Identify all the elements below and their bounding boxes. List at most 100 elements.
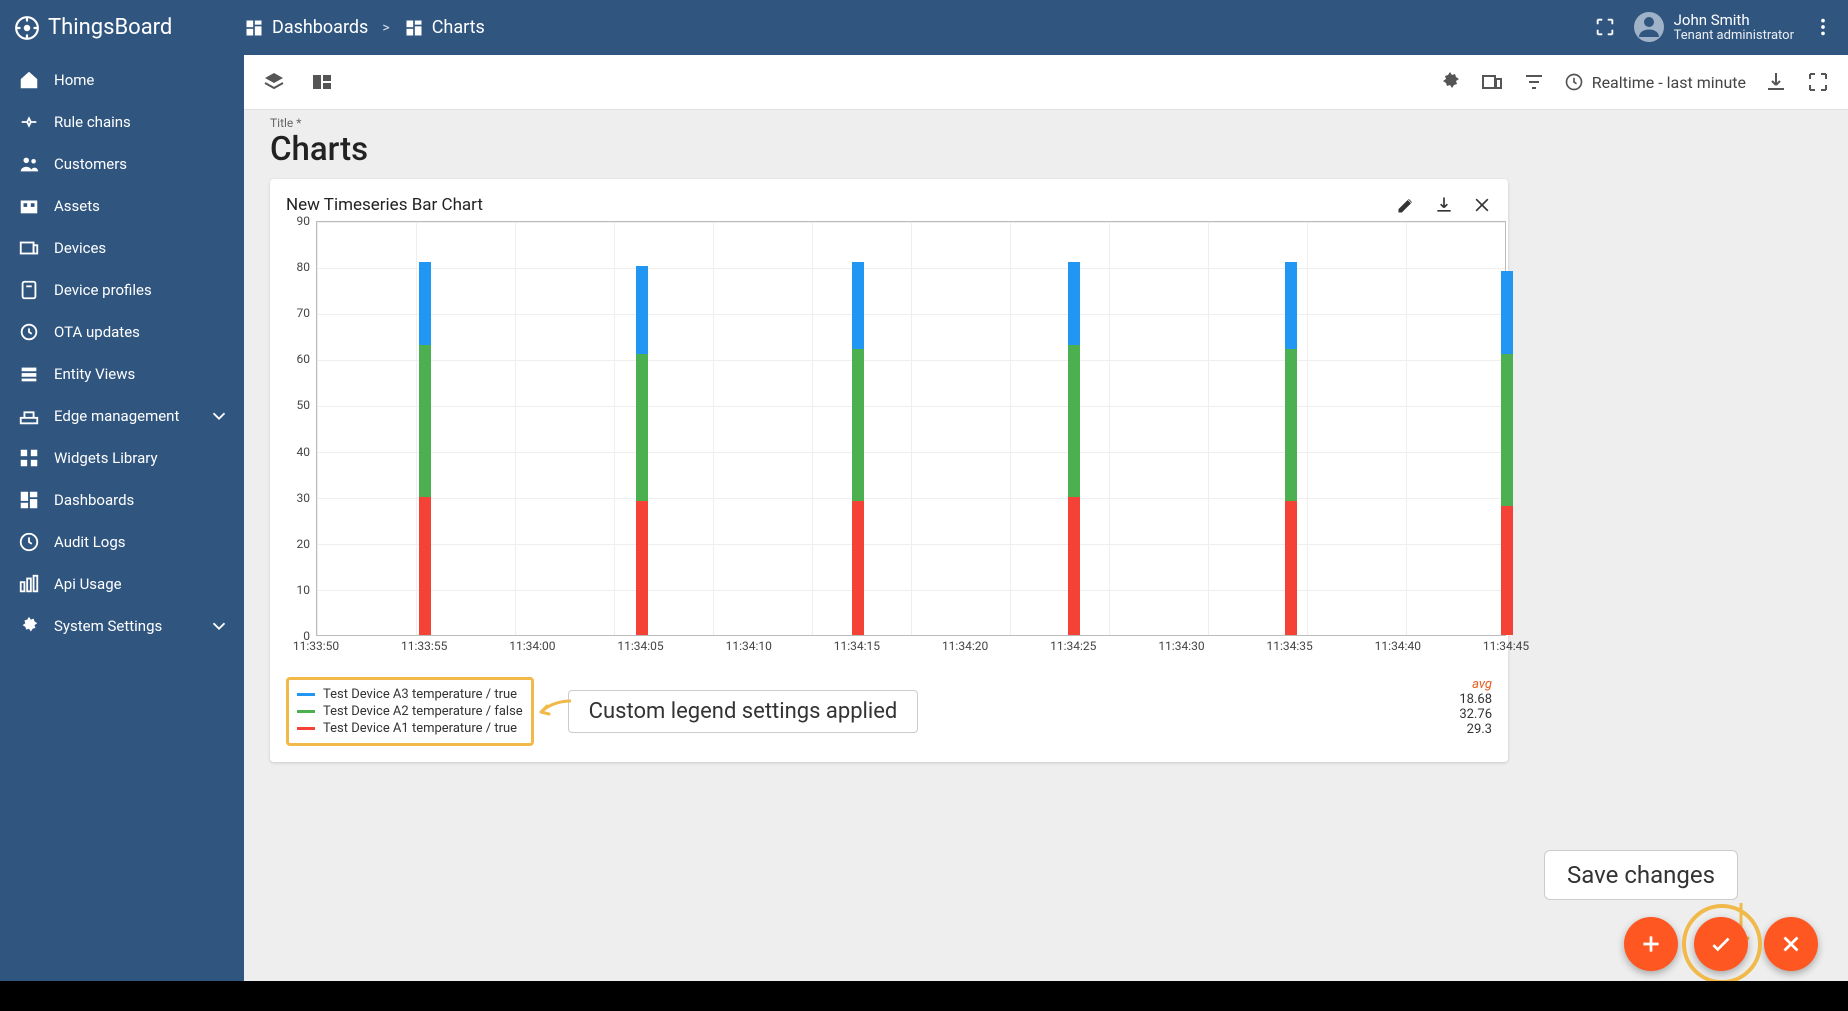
entity-aliases-button[interactable] [1480, 70, 1504, 94]
fullscreen-dashboard-button[interactable] [1806, 70, 1830, 94]
user-menu[interactable]: John Smith Tenant administrator [1634, 12, 1794, 43]
bar-column [419, 262, 431, 635]
nav-home[interactable]: Home [0, 59, 244, 101]
fullscreen-icon [1594, 16, 1616, 38]
y-tick: 70 [297, 306, 311, 320]
arrow-left-icon [533, 697, 573, 727]
legend-swatch [297, 693, 315, 696]
x-tick: 11:34:05 [617, 639, 663, 653]
bar-column [1285, 262, 1297, 635]
breadcrumb-root[interactable]: Dashboards [244, 17, 368, 38]
nav-devices[interactable]: Devices [0, 227, 244, 269]
x-tick: 11:34:15 [834, 639, 880, 653]
widget-title: New Timeseries Bar Chart [286, 195, 483, 215]
audit-icon [18, 531, 40, 553]
export-button[interactable] [1764, 70, 1788, 94]
nav-api-usage[interactable]: Api Usage [0, 563, 244, 605]
bar-segment [852, 262, 864, 350]
entity-views-icon [18, 363, 40, 385]
plus-icon [1638, 931, 1664, 957]
layers-button[interactable] [262, 70, 286, 94]
sidebar: Home Rule chains Customers Assets Device… [0, 55, 244, 1011]
breadcrumb: Dashboards > Charts [244, 17, 485, 38]
api-usage-icon [18, 573, 40, 595]
nav-entity-views[interactable]: Entity Views [0, 353, 244, 395]
settings-button[interactable] [1438, 70, 1462, 94]
clock-icon [1564, 72, 1584, 92]
app-logo[interactable]: ThingsBoard [14, 15, 244, 41]
save-fab[interactable] [1694, 917, 1748, 971]
check-icon [1708, 931, 1734, 957]
layout-button[interactable] [310, 70, 334, 94]
filters-button[interactable] [1522, 70, 1546, 94]
callout-save: Save changes [1544, 850, 1738, 900]
avg-value: 18.68 [1459, 692, 1492, 707]
x-tick: 11:34:25 [1050, 639, 1096, 653]
timewindow-button[interactable]: Realtime - last minute [1564, 72, 1746, 92]
x-tick: 11:33:55 [401, 639, 447, 653]
bar-segment [1068, 262, 1080, 345]
y-tick: 40 [297, 445, 311, 459]
x-tick: 11:34:35 [1266, 639, 1312, 653]
user-role: Tenant administrator [1674, 29, 1794, 43]
x-tick: 11:34:20 [942, 639, 988, 653]
edit-widget-button[interactable] [1396, 195, 1416, 215]
bar-segment [636, 266, 648, 354]
nav-device-profiles[interactable]: Device profiles [0, 269, 244, 311]
nav-rule-chains[interactable]: Rule chains [0, 101, 244, 143]
nav-system-settings[interactable]: System Settings [0, 605, 244, 647]
bar-column [636, 266, 648, 635]
cancel-fab[interactable] [1764, 917, 1818, 971]
avg-header: avg [1459, 677, 1492, 692]
more-button[interactable] [1812, 16, 1834, 38]
breadcrumb-current[interactable]: Charts [404, 17, 485, 38]
legend-swatch [297, 710, 315, 713]
download-icon [1764, 70, 1788, 94]
bar-segment [1501, 506, 1513, 635]
dashboard-icon [244, 18, 264, 38]
fullscreen-button[interactable] [1594, 16, 1616, 38]
devices-icon [1480, 70, 1504, 94]
bar-segment [419, 345, 431, 497]
bar-segment [852, 349, 864, 501]
avg-value: 32.76 [1459, 707, 1492, 722]
layers-icon [262, 70, 286, 94]
dashboard-toolbar: Realtime - last minute [244, 55, 1848, 110]
nav-audit-logs[interactable]: Audit Logs [0, 521, 244, 563]
x-tick: 11:34:45 [1483, 639, 1529, 653]
nav-widgets-library[interactable]: Widgets Library [0, 437, 244, 479]
close-widget-button[interactable] [1472, 195, 1492, 215]
add-widget-fab[interactable] [1624, 917, 1678, 971]
nav-customers[interactable]: Customers [0, 143, 244, 185]
legend-item[interactable]: Test Device A1 temperature / true [297, 720, 523, 737]
legend-avg-column: avg18.6832.7629.3 [1459, 677, 1492, 746]
nav-ota-updates[interactable]: OTA updates [0, 311, 244, 353]
download-widget-button[interactable] [1434, 195, 1454, 215]
page-title: Charts [270, 130, 1822, 169]
legend-item[interactable]: Test Device A2 temperature / false [297, 703, 523, 720]
y-tick: 80 [297, 260, 311, 274]
x-tick: 11:34:30 [1158, 639, 1204, 653]
x-tick: 11:34:10 [726, 639, 772, 653]
chart-widget: New Timeseries Bar Chart 010203040506070… [270, 179, 1508, 762]
y-tick: 90 [297, 214, 311, 228]
user-name: John Smith [1674, 12, 1794, 29]
title-label: Title * [270, 116, 1822, 130]
device-profiles-icon [18, 279, 40, 301]
chevron-down-icon [208, 405, 230, 427]
legend-label: Test Device A2 temperature / false [323, 704, 523, 719]
bar-column [1068, 262, 1080, 635]
assets-icon [18, 195, 40, 217]
avg-value: 29.3 [1459, 722, 1492, 737]
nav-assets[interactable]: Assets [0, 185, 244, 227]
chart-legend: Test Device A3 temperature / trueTest De… [286, 677, 534, 746]
bar-segment [1068, 345, 1080, 497]
nav-edge-management[interactable]: Edge management [0, 395, 244, 437]
rule-chains-icon [18, 111, 40, 133]
bar-segment [1501, 271, 1513, 354]
nav-dashboards[interactable]: Dashboards [0, 479, 244, 521]
more-vert-icon [1812, 16, 1834, 38]
filter-icon [1522, 70, 1546, 94]
x-tick: 11:33:50 [293, 639, 339, 653]
legend-item[interactable]: Test Device A3 temperature / true [297, 686, 523, 703]
